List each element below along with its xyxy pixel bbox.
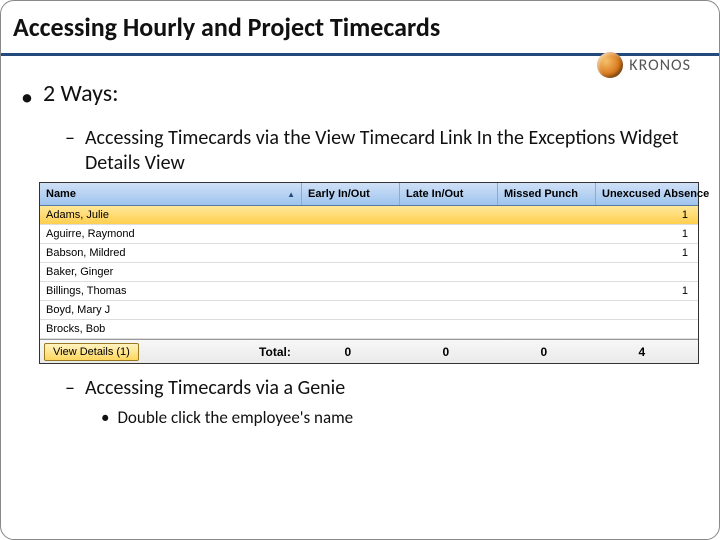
bullet-level-1: • 2 Ways: [21,79,699,110]
col-header-early[interactable]: Early In/Out [302,183,400,205]
cell-name: Aguirre, Raymond [40,228,302,240]
cell-name: Adams, Julie [40,209,302,221]
col-header-unexcused[interactable]: Unexcused Absence [596,183,715,205]
cell-unexcused: 1 [596,209,694,221]
total-missed: 0 [495,345,593,359]
table-row[interactable]: Adams, Julie 1 [40,206,698,225]
cell-unexcused: 1 [596,228,694,240]
content-area: • 2 Ways: – Accessing Timecards via the … [21,79,699,428]
col-header-late[interactable]: Late In/Out [400,183,498,205]
cell-name: Billings, Thomas [40,285,302,297]
table-row[interactable]: Babson, Mildred 1 [40,244,698,263]
dash-icon: – [65,126,75,176]
bullet-level-2: – Accessing Timecards via the View Timec… [65,126,699,176]
cell-name: Boyd, Mary J [40,304,302,316]
ways-heading: 2 Ways: [43,79,119,108]
way-1-text: Accessing Timecards via the View Timecar… [85,126,699,176]
table-row[interactable]: Boyd, Mary J [40,301,698,320]
dash-icon: – [65,376,75,401]
table-row[interactable]: Brocks, Bob [40,320,698,339]
cell-unexcused: 1 [596,285,694,297]
page-title: Accessing Hourly and Project Timecards [1,5,719,56]
slide: Accessing Hourly and Project Timecards K… [0,0,720,540]
bullet-level-2: – Accessing Timecards via a Genie [65,376,699,401]
table-footer: View Details (1) Total: 0 0 0 4 [40,339,698,363]
cell-unexcused: 1 [596,247,694,259]
col-header-name-label: Name [46,188,76,200]
sort-asc-icon: ▲ [287,190,295,199]
way-2-sub-text: Double click the employee's name [117,407,353,428]
table-row[interactable]: Billings, Thomas 1 [40,282,698,301]
table-row[interactable]: Aguirre, Raymond 1 [40,225,698,244]
way-2-text: Accessing Timecards via a Genie [85,376,345,401]
view-details-button[interactable]: View Details (1) [44,343,139,361]
col-header-missed[interactable]: Missed Punch [498,183,596,205]
exceptions-widget-table: Name ▲ Early In/Out Late In/Out Missed P… [39,182,699,364]
total-unexcused: 4 [593,345,691,359]
cell-name: Brocks, Bob [40,323,302,335]
brand-name: KRONOS [629,56,691,75]
total-label: Total: [149,345,299,359]
globe-icon [597,52,623,78]
col-header-name[interactable]: Name ▲ [40,183,302,205]
cell-name: Baker, Ginger [40,266,302,278]
cell-name: Babson, Mildred [40,247,302,259]
bullet-level-3: • Double click the employee's name [101,407,699,428]
total-early: 0 [299,345,397,359]
table-row[interactable]: Baker, Ginger [40,263,698,282]
bullet-dot-icon: • [101,407,109,428]
bullet-dot-icon: • [21,86,33,110]
brand-logo: KRONOS [597,52,691,78]
table-header-row: Name ▲ Early In/Out Late In/Out Missed P… [40,183,698,206]
total-late: 0 [397,345,495,359]
